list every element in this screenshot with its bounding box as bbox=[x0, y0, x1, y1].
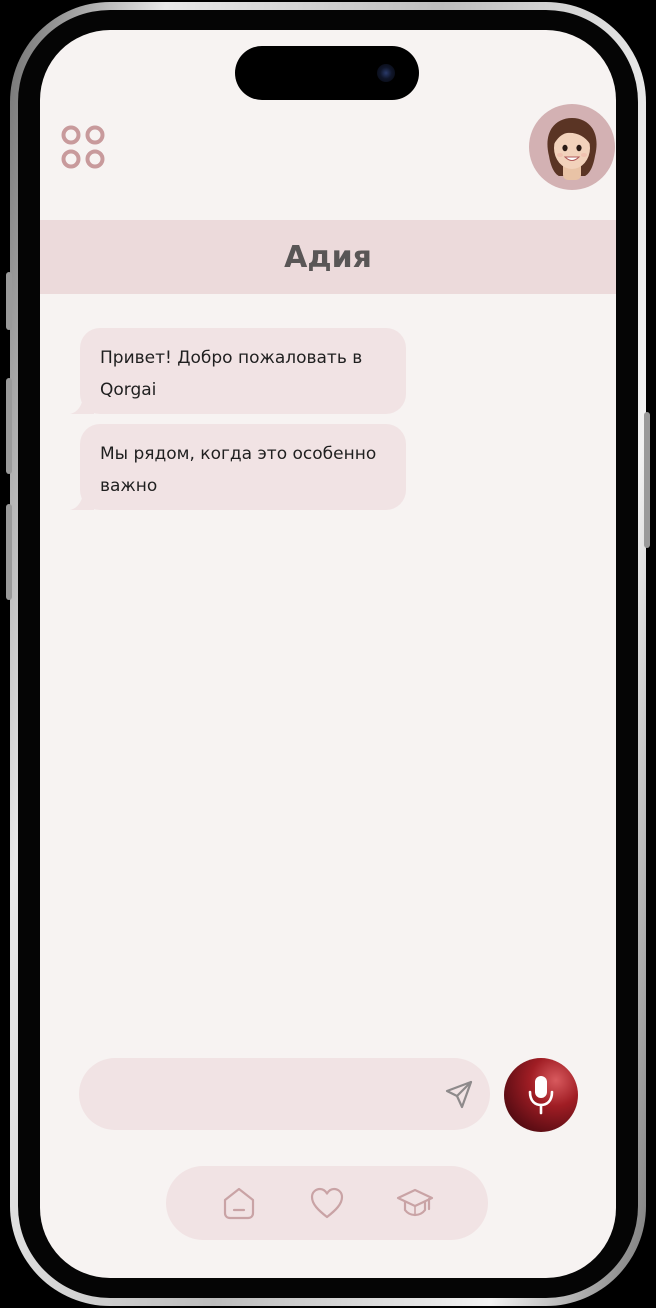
message-text: Мы рядом, когда это особенно важно bbox=[100, 444, 377, 496]
user-avatar-icon[interactable] bbox=[529, 104, 615, 190]
power-button bbox=[644, 412, 650, 548]
chat-title: Адия bbox=[284, 239, 372, 275]
message-bubble: Мы рядом, когда это особенно важно bbox=[70, 424, 406, 510]
message-bubble: Привет! Добро пожаловать в Qorgai bbox=[70, 328, 406, 414]
dynamic-island bbox=[235, 46, 419, 100]
action-button bbox=[6, 272, 12, 330]
camera-icon bbox=[377, 64, 395, 82]
bottom-nav bbox=[166, 1166, 488, 1240]
app-screen: Адия Привет! Добро пожаловать в Qorgai М… bbox=[40, 30, 616, 1278]
nav-favorites[interactable] bbox=[308, 1184, 346, 1222]
microphone-button[interactable] bbox=[504, 1058, 578, 1132]
microphone-icon bbox=[528, 1076, 554, 1115]
volume-up-button bbox=[6, 378, 12, 474]
home-icon bbox=[223, 1187, 255, 1220]
message-input[interactable] bbox=[79, 1058, 490, 1130]
chat-title-bar: Адия bbox=[40, 220, 616, 294]
nav-home[interactable] bbox=[220, 1184, 258, 1222]
volume-down-button bbox=[6, 504, 12, 600]
send-icon bbox=[445, 1080, 473, 1109]
graduation-cap-icon bbox=[396, 1188, 434, 1217]
apps-grid-icon[interactable] bbox=[60, 124, 106, 170]
bubble-tail bbox=[70, 490, 94, 510]
send-button[interactable] bbox=[442, 1078, 476, 1112]
heart-icon bbox=[310, 1187, 344, 1219]
bubble-tail bbox=[70, 394, 94, 414]
nav-learning[interactable] bbox=[396, 1184, 434, 1222]
message-text: Привет! Добро пожаловать в Qorgai bbox=[100, 348, 363, 400]
